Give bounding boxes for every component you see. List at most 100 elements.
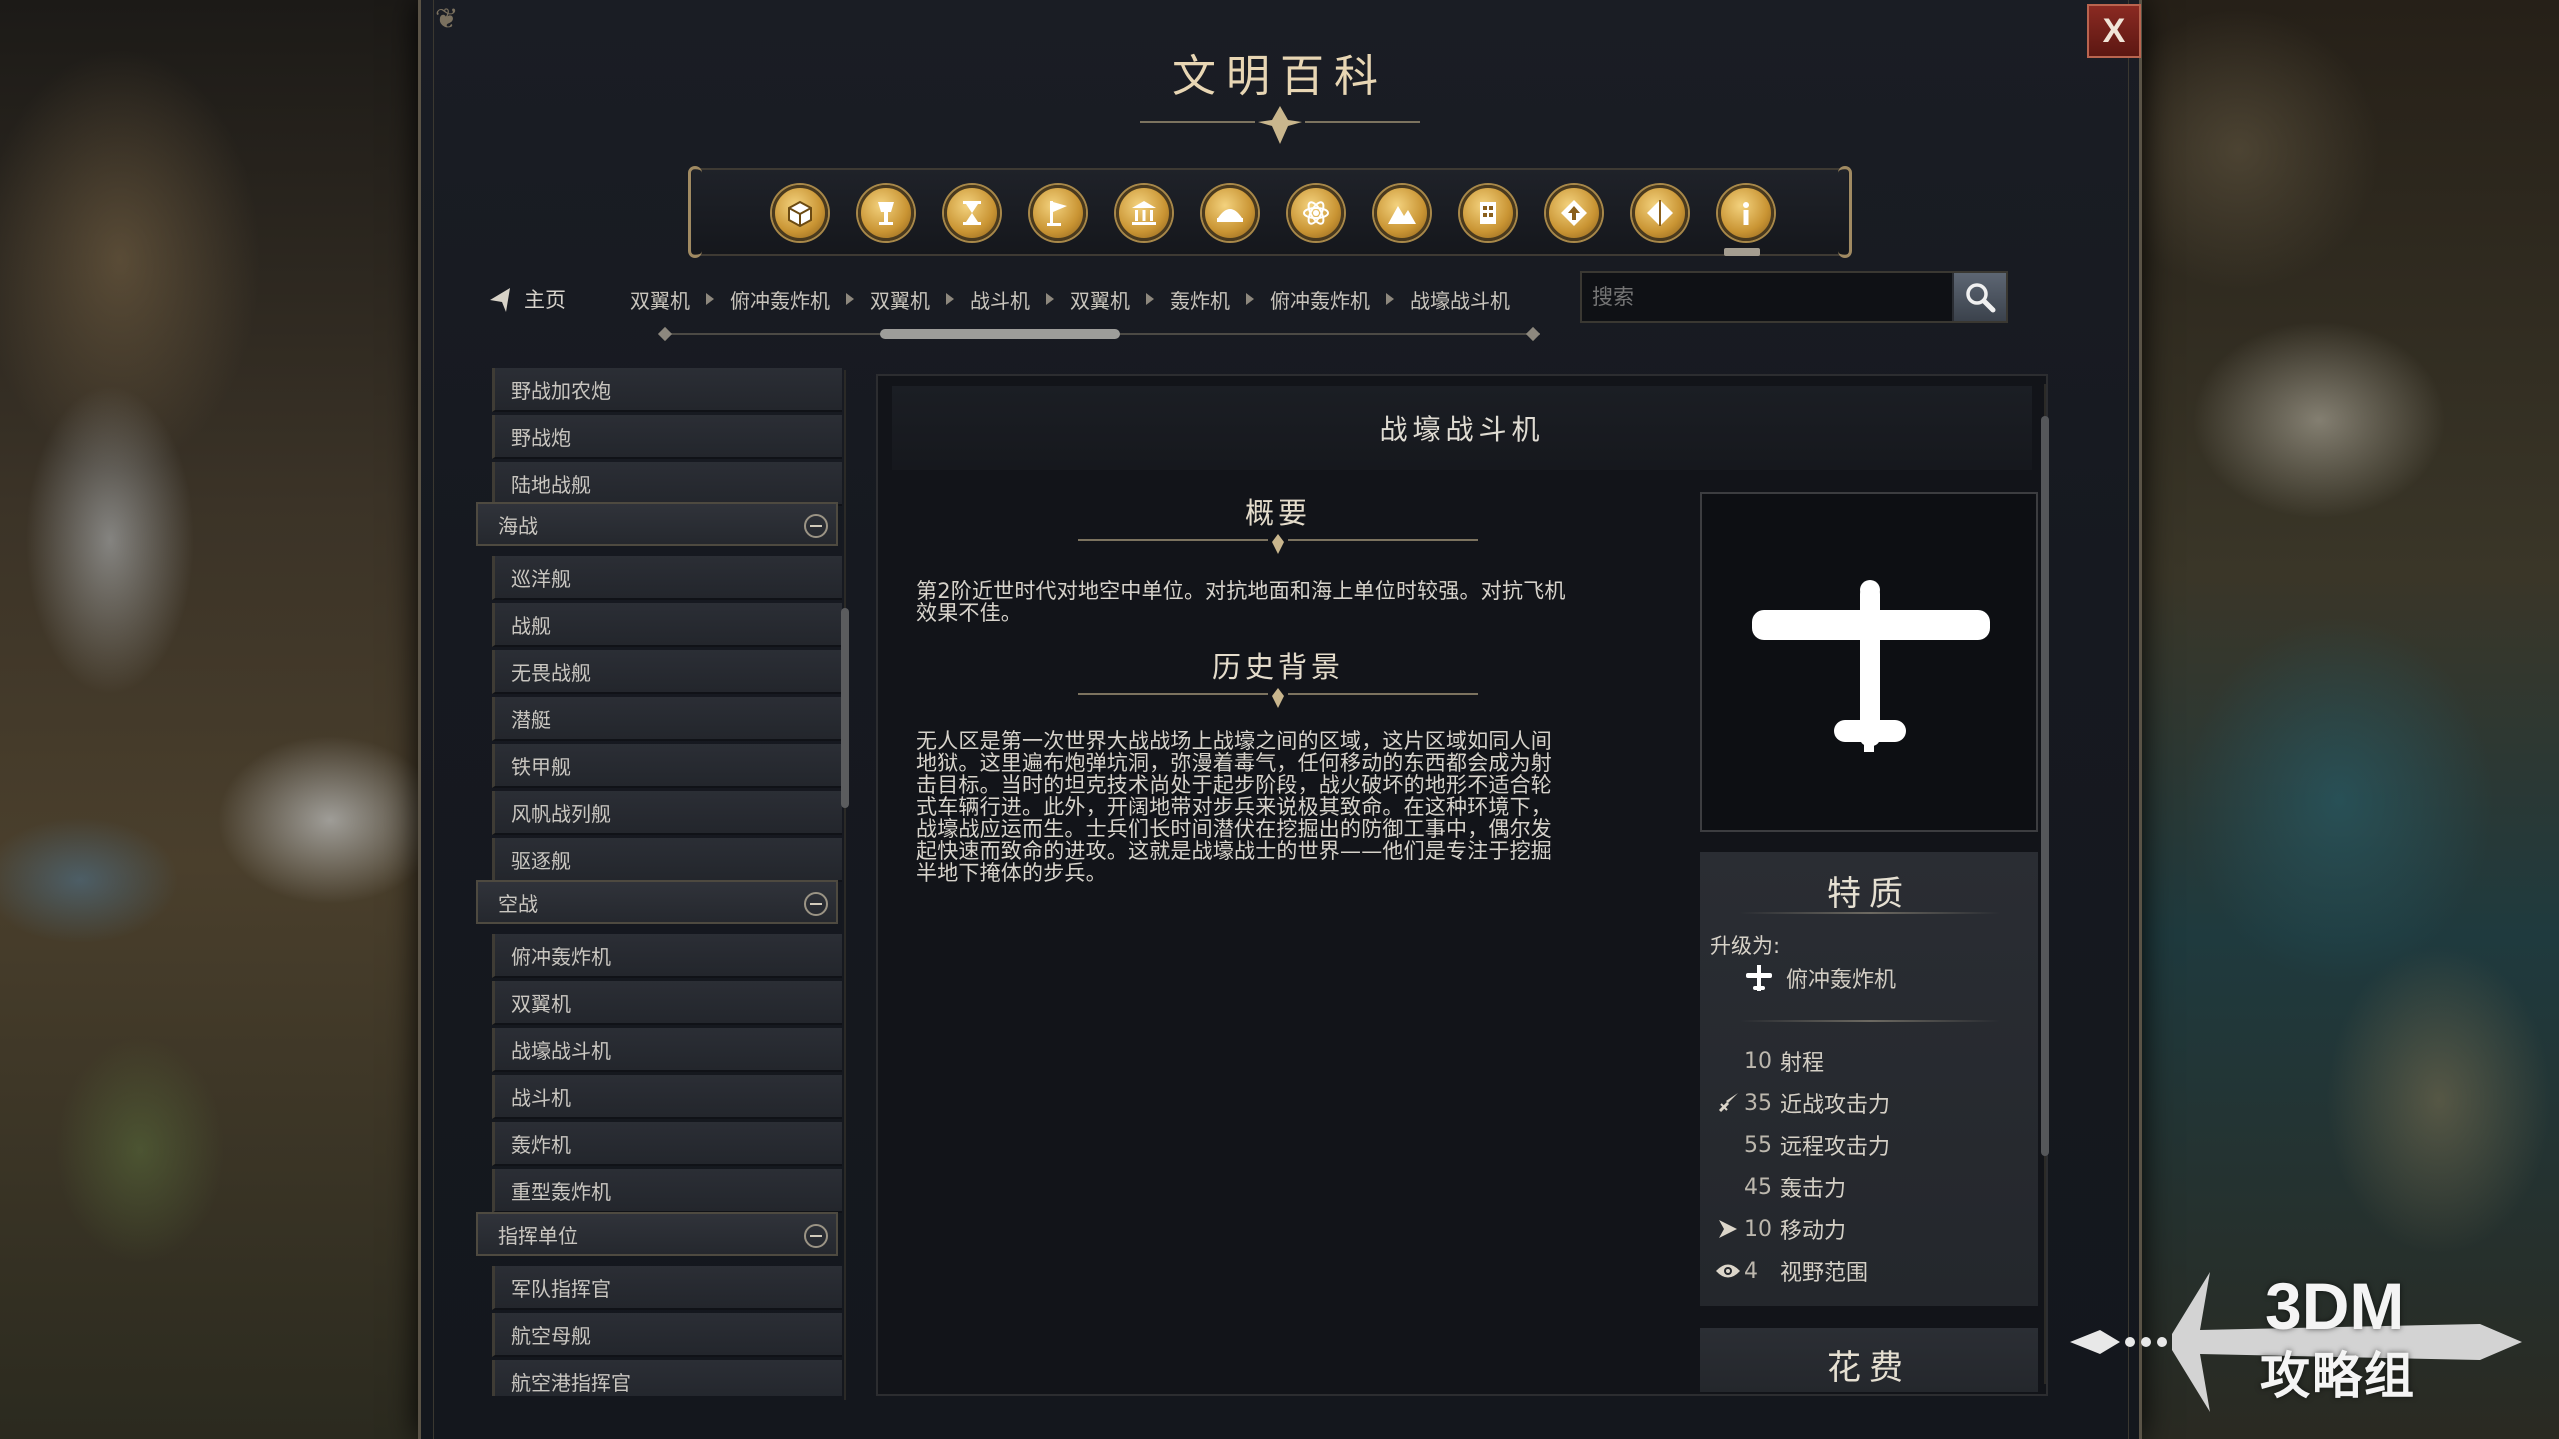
category-bar [688, 166, 1852, 258]
list-item-label: 野战炮 [511, 425, 571, 450]
scroll-end-right-icon [1525, 326, 1541, 342]
temple-icon[interactable] [1116, 185, 1172, 241]
eye-icon [1714, 1257, 1742, 1285]
map-background-right [2139, 0, 2559, 1439]
back-arrow-icon [490, 288, 510, 312]
section-ornament [1078, 534, 1478, 554]
overview-heading: 概要 [1244, 496, 1311, 530]
stat-value: 55 [1744, 1132, 1772, 1158]
list-item[interactable]: 潜艇 [492, 697, 842, 741]
collapse-icon[interactable] [804, 514, 828, 538]
diamond-icon[interactable] [1632, 185, 1688, 241]
detail-scrollbar[interactable] [2040, 376, 2050, 1398]
list-item-label: 无畏战舰 [511, 660, 591, 685]
list-scrollbar[interactable] [840, 370, 850, 1400]
list-group-naval[interactable]: 海战 [476, 502, 838, 546]
overview-line: 效果不佳。 [916, 601, 1022, 625]
history-line: 无人区是第一次世界大战战场上战壕之间的区域，这片区域如同人间 [916, 729, 1552, 753]
home-link[interactable]: 主页 [484, 282, 566, 316]
stat-label: 视野范围 [1780, 1261, 1869, 1286]
watermark-subtitle: 攻略组 [2260, 1347, 2416, 1405]
detail-title-bar: 战壕战斗机 [892, 386, 2032, 470]
breadcrumb-separator-icon [846, 293, 854, 305]
list-group-label: 指挥单位 [498, 1223, 578, 1248]
list-group-command[interactable]: 指挥单位 [476, 1212, 838, 1256]
list-group-label: 空战 [498, 891, 538, 916]
atom-icon[interactable] [1288, 185, 1344, 241]
list-group-air[interactable]: 空战 [476, 880, 838, 924]
list-item[interactable]: 重型轰炸机 [492, 1169, 842, 1213]
info-icon[interactable] [1718, 185, 1774, 241]
stat-sight: 4 视野范围 [1714, 1256, 1868, 1286]
breadcrumb-item[interactable]: 双翼机 [630, 285, 690, 314]
list-item[interactable]: 双翼机 [492, 981, 842, 1025]
stat-label: 射程 [1780, 1051, 1825, 1076]
watermark-brand: 3DM [2265, 1269, 2405, 1343]
watermark-logo: 3DM 攻略组 [2060, 1262, 2530, 1412]
list-item[interactable]: 战斗机 [492, 1075, 842, 1119]
list-item[interactable]: 风帆战列舰 [492, 791, 842, 835]
collapse-icon[interactable] [804, 892, 828, 916]
stat-value: 10 [1744, 1048, 1772, 1074]
breadcrumb-item[interactable]: 双翼机 [870, 285, 930, 314]
history-line: 击目标。当时的坦克技术尚处于起步阶段，战火破坏的地形不适合轮 [916, 773, 1552, 797]
list-item-label: 俯冲轰炸机 [511, 944, 611, 969]
search-button[interactable] [1952, 273, 2006, 321]
search-icon [1966, 283, 1996, 313]
list-item[interactable]: 陆地战舰 [492, 462, 842, 506]
section-ornament [1078, 688, 1478, 708]
breadcrumb-scroll-thumb[interactable] [880, 329, 1120, 339]
mountain-icon[interactable] [1374, 185, 1430, 241]
history-line: 起快速而致命的进攻。这就是战壕战士的世界——他们是专注于挖掘 [916, 839, 1552, 863]
close-button[interactable]: X [2087, 4, 2141, 58]
list-item[interactable]: 野战加农炮 [492, 368, 842, 412]
flag-icon[interactable] [1030, 185, 1086, 241]
list-item[interactable]: 航空港指挥官 [492, 1360, 842, 1396]
breadcrumb-item[interactable]: 俯冲轰炸机 [730, 285, 830, 314]
dome-icon[interactable] [1202, 185, 1258, 241]
breadcrumb-separator-icon [946, 293, 954, 305]
list-item[interactable]: 巡洋舰 [492, 556, 842, 600]
list-item[interactable]: 野战炮 [492, 415, 842, 459]
hourglass-icon[interactable] [944, 185, 1000, 241]
goblet-icon[interactable] [858, 185, 914, 241]
history-line: 地狱。这里遍布炮弹坑洞，弥漫着毒气，任何移动的东西都会成为射 [916, 751, 1552, 775]
category-bar-cap-left [688, 166, 702, 258]
list-item[interactable]: 俯冲轰炸机 [492, 934, 842, 978]
title-ornament [1140, 106, 1420, 144]
category-active-indicator [1724, 248, 1760, 256]
list-item[interactable]: 军队指挥官 [492, 1266, 842, 1310]
breadcrumb-item[interactable]: 轰炸机 [1170, 285, 1230, 314]
breadcrumb-scrollbar[interactable] [657, 326, 1541, 342]
divider [1740, 1020, 2000, 1022]
building-icon[interactable] [1460, 185, 1516, 241]
breadcrumb-item[interactable]: 双翼机 [1070, 285, 1130, 314]
upgrade-target-link[interactable]: 俯冲轰炸机 [1744, 962, 1896, 994]
crate-icon[interactable] [772, 185, 828, 241]
stat-label: 远程攻击力 [1780, 1135, 1891, 1160]
cost-panel: 花费 [1700, 1328, 2038, 1392]
list-item[interactable]: 战舰 [492, 603, 842, 647]
collapse-icon[interactable] [804, 1224, 828, 1248]
list-item-label: 双翼机 [511, 991, 571, 1016]
list-scroll-thumb[interactable] [841, 608, 849, 808]
list-item-label: 战斗机 [511, 1085, 571, 1110]
breadcrumb-item[interactable]: 俯冲轰炸机 [1270, 285, 1370, 314]
stat-value: 35 [1744, 1090, 1772, 1116]
detail-scroll-thumb[interactable] [2041, 416, 2049, 1156]
list-item[interactable]: 铁甲舰 [492, 744, 842, 788]
list-item[interactable]: 驱逐舰 [492, 838, 842, 882]
breadcrumb-item[interactable]: 战斗机 [970, 285, 1030, 314]
list-item[interactable]: 航空母舰 [492, 1313, 842, 1357]
search-input[interactable] [1582, 273, 1952, 321]
list-item-label: 军队指挥官 [511, 1276, 611, 1301]
stat-value: 45 [1744, 1174, 1772, 1200]
stat-value: 10 [1744, 1216, 1772, 1242]
list-item[interactable]: 无畏战舰 [492, 650, 842, 694]
list-item-selected[interactable]: 战壕战斗机 [492, 1028, 842, 1072]
breadcrumb-item-current[interactable]: 战壕战斗机 [1410, 285, 1510, 314]
breadcrumb-separator-icon [1146, 293, 1154, 305]
up-arrow-icon[interactable] [1546, 185, 1602, 241]
list-item[interactable]: 轰炸机 [492, 1122, 842, 1166]
breadcrumb: 双翼机 俯冲轰炸机 双翼机 战斗机 双翼机 轰炸机 俯冲轰炸机 战壕战斗机 [630, 282, 1510, 316]
